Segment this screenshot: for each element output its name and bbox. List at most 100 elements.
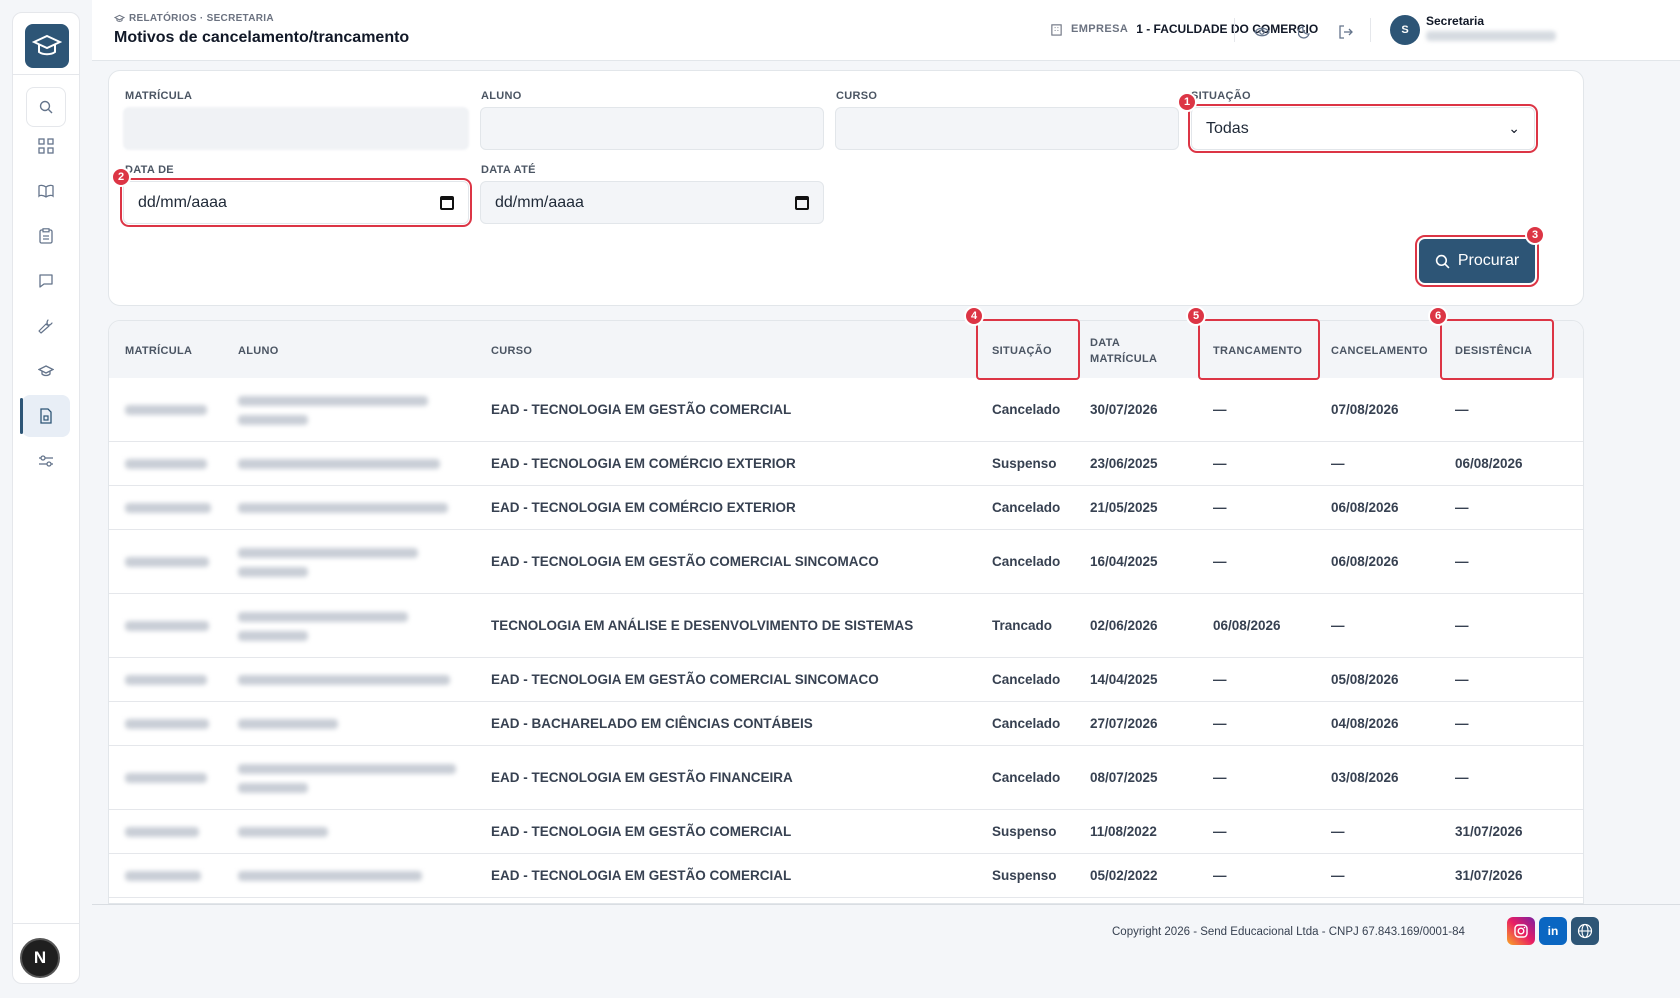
curso-input[interactable] (835, 107, 1179, 150)
calendar-icon[interactable] (440, 195, 454, 210)
cell-curso: EAD - TECNOLOGIA EM GESTÃO COMERCIAL (491, 868, 792, 883)
matricula-redacted (125, 675, 207, 685)
empresa-label: EMPRESA (1071, 23, 1129, 35)
app-logo[interactable] (25, 24, 69, 68)
cell-data-matricula: 16/04/2025 (1090, 554, 1158, 569)
aluno-input[interactable] (480, 107, 824, 150)
col-data-matricula[interactable]: DATA MATRÍCULA (1090, 335, 1170, 367)
matricula-redacted (125, 459, 207, 469)
book-icon[interactable] (22, 170, 70, 212)
report-icon[interactable] (20, 395, 70, 437)
aluno-redacted (238, 396, 428, 406)
table-row[interactable]: EAD - TECNOLOGIA EM GESTÃO COMERCIAL SIN… (109, 530, 1583, 594)
data-ate-label: DATA ATÉ (481, 164, 536, 176)
cell-cancelamento: 07/08/2026 (1331, 402, 1399, 417)
aluno-label: ALUNO (481, 90, 522, 102)
search-button[interactable]: Procurar (1415, 235, 1539, 287)
header-divider (1370, 18, 1371, 42)
cell-data-matricula: 30/07/2026 (1090, 402, 1158, 417)
header-divider (1234, 18, 1235, 42)
cell-cancelamento: 06/08/2026 (1331, 500, 1399, 515)
wrench-icon[interactable] (22, 305, 70, 347)
aluno-redacted (238, 415, 308, 425)
clipboard-icon[interactable] (22, 215, 70, 257)
annotation-badge-6: 6 (1428, 306, 1448, 326)
graduation-cap-logo-icon (32, 34, 62, 56)
matricula-redacted (125, 871, 201, 881)
cell-situacao: Cancelado (992, 500, 1061, 515)
calendar-icon[interactable] (795, 195, 809, 210)
col-cancelamento[interactable]: CANCELAMENTO (1331, 343, 1428, 359)
instagram-icon[interactable] (1507, 917, 1535, 945)
search-icon[interactable] (26, 87, 66, 127)
cell-desistencia: — (1455, 716, 1469, 731)
aluno-redacted (238, 827, 328, 837)
eye-icon[interactable] (1248, 18, 1276, 46)
matricula-redacted (125, 503, 211, 513)
page-title: Motivos de cancelamento/trancamento (114, 29, 410, 46)
table-row[interactable]: EAD - TECNOLOGIA EM GESTÃO COMERCIAL Susp… (109, 810, 1583, 854)
dashboard-icon[interactable] (22, 125, 70, 167)
annotation-badge-3: 3 (1525, 225, 1545, 245)
sidebar-divider-bottom (13, 923, 79, 924)
cell-desistencia: — (1455, 554, 1469, 569)
user-email-redacted (1426, 31, 1556, 41)
chevron-down-icon: ⌄ (1508, 120, 1520, 136)
graduation-cap-icon[interactable] (22, 350, 70, 392)
cell-curso: EAD - TECNOLOGIA EM GESTÃO COMERCIAL SIN… (491, 554, 879, 569)
cell-situacao: Suspenso (992, 456, 1057, 471)
breadcrumb-text: RELATÓRIOS · SECRETARIA (129, 13, 274, 24)
cell-trancamento: — (1213, 456, 1227, 471)
data-de-input[interactable]: dd/mm/aaaa (120, 178, 472, 227)
table-row[interactable]: EAD - TECNOLOGIA EM COMÉRCIO EXTERIOR Can… (109, 486, 1583, 530)
graduation-cap-icon (114, 14, 125, 22)
col-curso[interactable]: CURSO (491, 343, 532, 359)
globe-icon[interactable] (1571, 917, 1599, 945)
user-name: Secretaria (1426, 14, 1485, 28)
cell-trancamento: — (1213, 402, 1227, 417)
col-matricula[interactable]: MATRÍCULA (125, 343, 192, 359)
cell-data-matricula: 11/08/2022 (1090, 824, 1157, 839)
data-ate-input[interactable]: dd/mm/aaaa (480, 181, 824, 224)
message-icon[interactable] (22, 260, 70, 302)
situacao-select[interactable]: Todas ⌄ (1188, 104, 1538, 153)
matricula-input[interactable] (123, 107, 469, 150)
user-avatar[interactable]: S (1390, 15, 1420, 45)
cell-trancamento: — (1213, 716, 1227, 731)
cell-cancelamento: 05/08/2026 (1331, 672, 1399, 687)
logout-icon[interactable] (1332, 18, 1360, 46)
table-row[interactable]: EAD - TECNOLOGIA EM GESTÃO COMERCIAL Canc… (109, 378, 1583, 442)
aluno-redacted (238, 612, 408, 622)
cell-desistencia: — (1455, 672, 1469, 687)
matricula-redacted (125, 719, 209, 729)
cell-trancamento: 06/08/2026 (1213, 618, 1281, 633)
building-icon (1051, 23, 1062, 36)
cell-cancelamento: — (1331, 456, 1345, 471)
empresa-selector[interactable]: EMPRESA 1 - FACULDADE DO COMERCIO (1050, 22, 1318, 36)
linkedin-icon[interactable]: in (1539, 917, 1567, 945)
cell-data-matricula: 27/07/2026 (1090, 716, 1158, 731)
table-row[interactable]: EAD - BACHARELADO EM CIÊNCIAS CONTÁBEIS C… (109, 702, 1583, 746)
moon-icon[interactable] (1291, 18, 1319, 46)
cell-curso: EAD - TECNOLOGIA EM GESTÃO COMERCIAL SIN… (491, 672, 879, 687)
annotation-badge-1: 1 (1177, 92, 1197, 112)
table-row[interactable]: TECNOLOGIA EM ANÁLISE E DESENVOLVIMENTO … (109, 594, 1583, 658)
user-avatar-n[interactable]: N (20, 938, 60, 978)
sidebar-divider (13, 74, 79, 75)
table-row[interactable]: EAD - TECNOLOGIA EM GESTÃO COMERCIAL Susp… (109, 854, 1583, 898)
cell-curso: EAD - BACHARELADO EM CIÊNCIAS CONTÁBEIS (491, 716, 813, 731)
annotation-badge-5: 5 (1186, 306, 1206, 326)
table-row[interactable]: EAD - TECNOLOGIA EM COMÉRCIO EXTERIOR Sus… (109, 442, 1583, 486)
cell-situacao: Cancelado (992, 402, 1061, 417)
data-ate-value: dd/mm/aaaa (495, 193, 584, 211)
cell-curso: EAD - TECNOLOGIA EM GESTÃO COMERCIAL (491, 402, 792, 417)
cell-data-matricula: 02/06/2026 (1090, 618, 1158, 633)
aluno-redacted (238, 871, 422, 881)
cell-curso: TECNOLOGIA EM ANÁLISE E DESENVOLVIMENTO … (491, 618, 914, 633)
cell-desistencia: — (1455, 500, 1469, 515)
cell-desistencia: — (1455, 402, 1469, 417)
table-row[interactable]: EAD - TECNOLOGIA EM GESTÃO COMERCIAL SIN… (109, 658, 1583, 702)
table-row[interactable]: EAD - TECNOLOGIA EM GESTÃO FINANCEIRA Can… (109, 746, 1583, 810)
col-aluno[interactable]: ALUNO (238, 343, 279, 359)
settings-sliders-icon[interactable] (22, 440, 70, 482)
